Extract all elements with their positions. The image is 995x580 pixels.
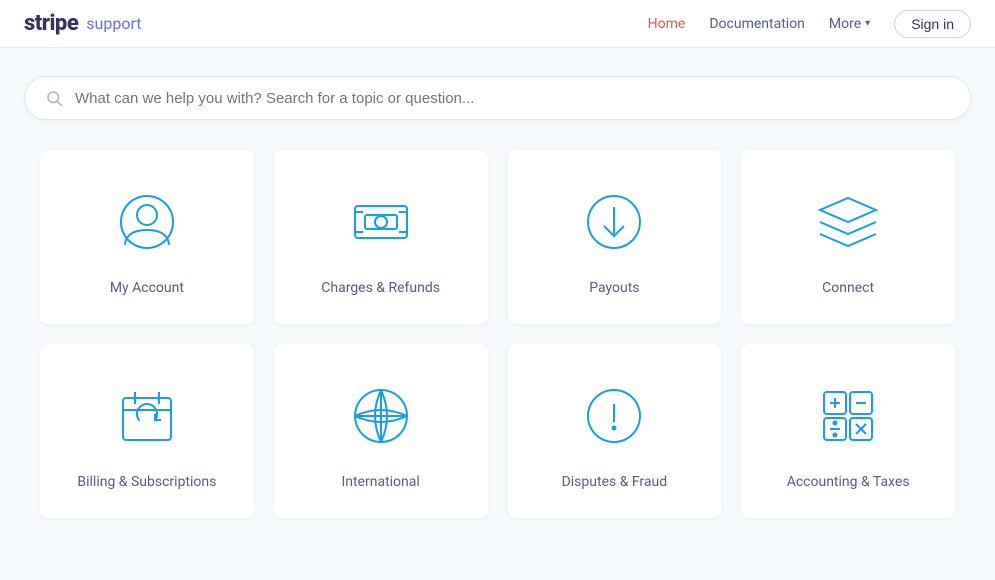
card-international-label: International [341,474,419,490]
card-charges-refunds[interactable]: Charges & Refunds [274,150,488,324]
charges-refunds-icon [341,182,421,262]
disputes-fraud-icon [574,376,654,456]
chevron-down-icon: ▾ [865,18,870,29]
card-international[interactable]: International [274,344,488,518]
sign-in-button[interactable]: Sign in [894,10,971,38]
card-payouts-label: Payouts [589,280,639,296]
search-input[interactable] [75,90,950,107]
card-connect[interactable]: Connect [741,150,955,324]
accounting-taxes-icon [808,376,888,456]
nav-more-dropdown[interactable]: More ▾ [829,16,870,32]
nav-link-documentation[interactable]: Documentation [709,16,805,32]
search-icon [45,89,63,107]
card-charges-refunds-label: Charges & Refunds [321,280,440,296]
connect-icon [808,182,888,262]
nav-link-home[interactable]: Home [648,16,686,32]
card-connect-label: Connect [822,280,874,296]
card-billing-subscriptions-label: Billing & Subscriptions [77,474,216,490]
navbar: stripe support Home Documentation More ▾… [0,0,995,48]
card-my-account[interactable]: My Account [40,150,254,324]
nav-links: Home Documentation More ▾ Sign in [648,10,971,38]
payouts-icon [574,182,654,262]
search-bar [24,76,971,120]
card-disputes-fraud-label: Disputes & Fraud [562,474,668,490]
card-accounting-taxes[interactable]: Accounting & Taxes [741,344,955,518]
billing-subscriptions-icon [107,376,187,456]
cards-grid: My Account Charges & Refunds [40,150,955,518]
card-my-account-label: My Account [110,280,184,296]
more-label: More [829,16,861,32]
international-icon [341,376,421,456]
card-disputes-fraud[interactable]: Disputes & Fraud [508,344,722,518]
nav-brand-area: stripe support [24,11,141,36]
support-label: support [86,14,141,33]
search-section [0,48,995,140]
card-billing-subscriptions[interactable]: Billing & Subscriptions [40,344,254,518]
card-accounting-taxes-label: Accounting & Taxes [787,474,910,490]
stripe-logo: stripe [24,11,78,36]
my-account-icon [107,182,187,262]
cards-grid-section: My Account Charges & Refunds [0,140,995,548]
card-payouts[interactable]: Payouts [508,150,722,324]
